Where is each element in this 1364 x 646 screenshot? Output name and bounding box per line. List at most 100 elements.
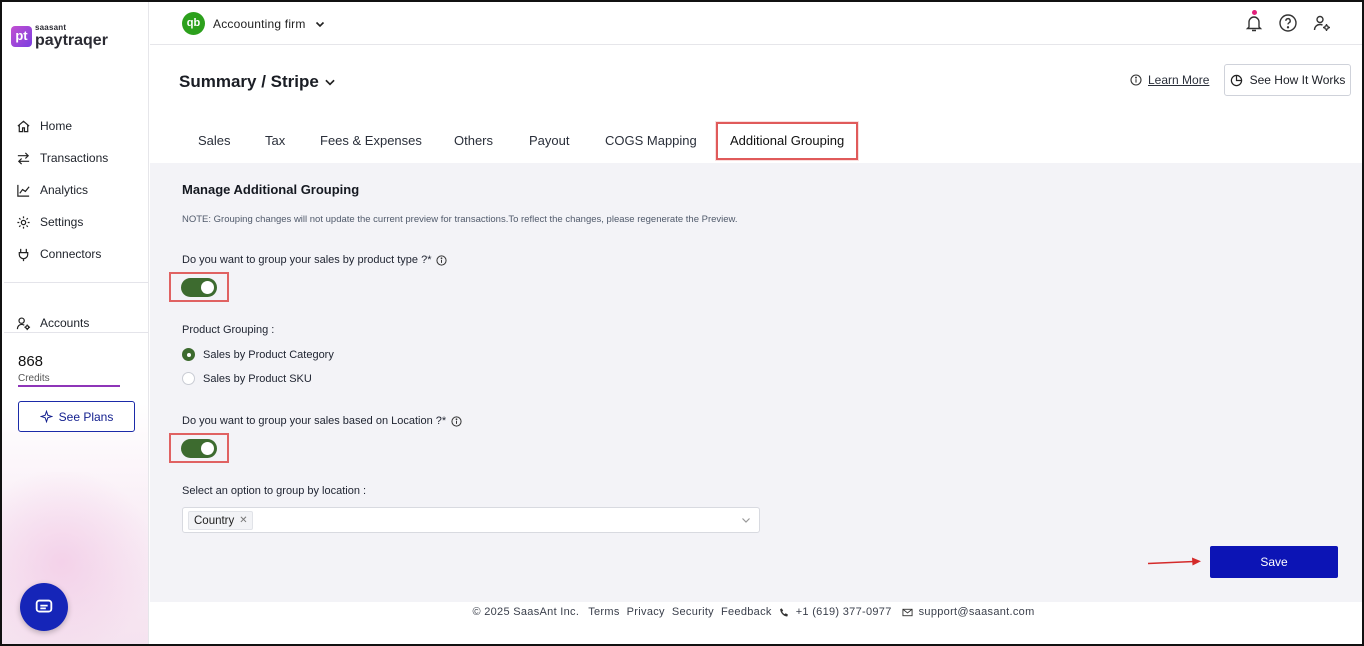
sidebar-nav: Home Transactions Analytics Settings Con… bbox=[16, 110, 108, 270]
credits-bar bbox=[18, 385, 120, 387]
plug-icon bbox=[18, 248, 29, 261]
location-select-label: Select an option to group by location : bbox=[182, 485, 367, 497]
radio-label: Sales by Product SKU bbox=[203, 372, 312, 385]
credits-widget: 868 Credits bbox=[18, 353, 120, 387]
mail-icon bbox=[902, 608, 913, 616]
brand-logo[interactable]: pt saasant paytraqer bbox=[11, 24, 108, 49]
logo-small-text: saasant bbox=[35, 23, 67, 32]
tab-others[interactable]: Others bbox=[454, 122, 493, 160]
footer-email[interactable]: support@saasant.com bbox=[919, 606, 1035, 618]
footer-link-security[interactable]: Security bbox=[672, 606, 714, 618]
see-how-label: See How It Works bbox=[1249, 73, 1346, 87]
close-icon[interactable]: ✕ bbox=[239, 515, 247, 526]
product-grouping-label: Product Grouping : bbox=[182, 324, 275, 336]
chat-icon bbox=[35, 599, 53, 613]
help-button[interactable] bbox=[1278, 13, 1298, 33]
sidebar-divider bbox=[4, 332, 148, 333]
notification-dot bbox=[1252, 10, 1257, 15]
sidebar-item-accounts[interactable]: Accounts bbox=[16, 307, 89, 339]
radio-button[interactable] bbox=[182, 372, 195, 385]
see-how-it-works-button[interactable]: See How It Works bbox=[1224, 64, 1351, 96]
sidebar-item-home[interactable]: Home bbox=[16, 110, 108, 142]
info-icon[interactable] bbox=[436, 254, 448, 266]
sparkle-icon bbox=[39, 410, 53, 423]
help-icon bbox=[1279, 14, 1297, 32]
credits-label: Credits bbox=[18, 373, 50, 384]
sidebar-item-label: Accounts bbox=[40, 316, 90, 330]
sidebar-item-settings[interactable]: Settings bbox=[16, 206, 108, 238]
product-type-toggle-highlight bbox=[169, 272, 229, 302]
bell-icon bbox=[1245, 16, 1263, 32]
chevron-down-icon bbox=[325, 79, 335, 86]
location-question-text: Do you want to group your sales based on… bbox=[182, 415, 447, 427]
logo-big-text: paytraqer bbox=[35, 32, 108, 49]
page-title: Summary / Stripe bbox=[179, 72, 319, 91]
tab-additional-grouping[interactable]: Additional Grouping bbox=[716, 122, 859, 160]
selected-chip: Country ✕ bbox=[188, 511, 253, 530]
footer-link-feedback[interactable]: Feedback bbox=[721, 606, 772, 618]
learn-more-link[interactable]: Learn More bbox=[1130, 73, 1209, 87]
tab-payout[interactable]: Payout bbox=[529, 122, 569, 160]
radio-button[interactable] bbox=[182, 348, 195, 361]
learn-more-label: Learn More bbox=[1148, 73, 1210, 87]
tab-tax[interactable]: Tax bbox=[265, 122, 285, 160]
location-question: Do you want to group your sales based on… bbox=[182, 415, 462, 427]
footer-phone[interactable]: +1 (619) 377-0977 bbox=[796, 606, 892, 618]
section-title: Manage Additional Grouping bbox=[182, 182, 360, 197]
sidebar-item-connectors[interactable]: Connectors bbox=[16, 238, 108, 270]
company-switcher[interactable]: qb Accoounting firm bbox=[182, 12, 326, 35]
location-toggle-highlight bbox=[169, 433, 229, 463]
preview-note: NOTE: Grouping changes will not update t… bbox=[182, 214, 738, 225]
top-bar: qb Accoounting firm bbox=[150, 2, 1362, 45]
company-name: Accoounting firm bbox=[213, 16, 306, 31]
sidebar-item-label: Connectors bbox=[40, 247, 102, 261]
tab-sales[interactable]: Sales bbox=[198, 122, 231, 160]
chevron-down-icon bbox=[742, 518, 750, 523]
gear-icon bbox=[17, 215, 30, 229]
sidebar-divider bbox=[4, 282, 148, 283]
chevron-down-icon bbox=[315, 21, 324, 27]
sidebar: pt saasant paytraqer Home Transactions A… bbox=[2, 2, 162, 644]
analytics-icon bbox=[17, 184, 30, 197]
location-select[interactable]: Country ✕ bbox=[182, 507, 760, 533]
product-type-toggle[interactable] bbox=[181, 277, 217, 297]
tab-bar: Sales Tax Fees & Expenses Others Payout … bbox=[150, 122, 1362, 162]
info-icon bbox=[1130, 74, 1142, 86]
footer-link-privacy[interactable]: Privacy bbox=[627, 606, 665, 618]
sidebar-item-label: Transactions bbox=[40, 151, 109, 165]
sidebar-item-analytics[interactable]: Analytics bbox=[16, 174, 108, 206]
logo-badge: pt bbox=[11, 26, 32, 47]
user-settings-button[interactable] bbox=[1312, 13, 1332, 33]
footer: © 2025 SaasAnt Inc. Terms Privacy Securi… bbox=[150, 602, 1362, 622]
transactions-icon bbox=[17, 151, 30, 165]
phone-icon bbox=[779, 607, 788, 616]
tab-cogs-mapping[interactable]: COGS Mapping bbox=[605, 122, 697, 160]
toggle-knob bbox=[201, 280, 214, 294]
sidebar-item-transactions[interactable]: Transactions bbox=[16, 142, 108, 174]
radio-label: Sales by Product Category bbox=[203, 348, 334, 361]
home-icon bbox=[17, 120, 30, 132]
footer-link-terms[interactable]: Terms bbox=[588, 606, 619, 618]
accounts-icon bbox=[16, 316, 31, 330]
arrow-right-icon bbox=[1147, 557, 1201, 566]
chip-label: Country bbox=[194, 514, 235, 527]
tab-fees-expenses[interactable]: Fees & Expenses bbox=[320, 122, 422, 160]
page-title-dropdown[interactable]: Summary / Stripe bbox=[179, 72, 337, 92]
product-type-question-text: Do you want to group your sales by produ… bbox=[182, 254, 432, 266]
quickbooks-logo: qb bbox=[182, 12, 205, 35]
chat-button[interactable] bbox=[20, 583, 68, 631]
pie-chart-icon bbox=[1230, 74, 1242, 86]
app-window: pt saasant paytraqer Home Transactions A… bbox=[0, 0, 1364, 646]
radio-sales-by-sku[interactable]: Sales by Product SKU bbox=[182, 372, 312, 385]
user-settings-icon bbox=[1313, 15, 1330, 31]
toggle-knob bbox=[201, 441, 214, 455]
copyright: © 2025 SaasAnt Inc. bbox=[472, 606, 580, 618]
notifications-button[interactable] bbox=[1244, 10, 1264, 33]
radio-sales-by-category[interactable]: Sales by Product Category bbox=[182, 348, 334, 361]
see-plans-button[interactable]: See Plans bbox=[18, 401, 135, 432]
save-button[interactable]: Save bbox=[1210, 546, 1338, 578]
credits-value: 868 bbox=[18, 353, 44, 370]
info-icon[interactable] bbox=[451, 415, 462, 427]
product-type-question: Do you want to group your sales by produ… bbox=[182, 254, 448, 266]
location-toggle[interactable] bbox=[181, 438, 217, 458]
